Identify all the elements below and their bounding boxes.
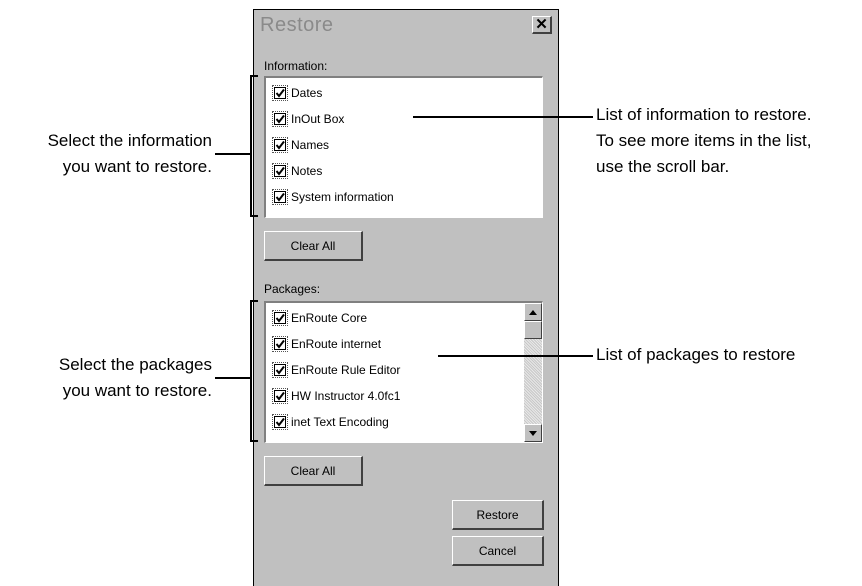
callout-line: List of information to restore. (596, 105, 812, 124)
checkbox[interactable] (272, 111, 288, 127)
list-item[interactable]: EnRoute Rule Editor (272, 361, 401, 379)
checkmark-icon (275, 365, 285, 375)
list-item-label: EnRoute Core (291, 311, 368, 325)
list-item-label: EnRoute Rule Editor (291, 363, 401, 377)
checkbox[interactable] (272, 310, 288, 326)
list-item[interactable]: Names (272, 136, 330, 154)
list-item[interactable]: EnRoute internet (272, 335, 382, 353)
restore-button[interactable]: Restore (452, 500, 544, 530)
packages-list[interactable]: EnRoute Core EnRoute internet EnRoute Rule… (264, 301, 543, 443)
list-item-label: Dates (291, 86, 323, 100)
callout-line: To see more items in the list, (596, 131, 812, 150)
list-item-label: inet Text Encoding (291, 415, 389, 429)
close-icon: ✕ (535, 16, 548, 33)
list-item[interactable]: System information (272, 188, 394, 206)
list-item[interactable]: InOut Box (272, 110, 345, 128)
callout-information-list: List of information to restore. To see m… (596, 102, 858, 180)
callout-packages-list: List of packages to restore (596, 342, 858, 368)
scroll-up-button[interactable] (524, 303, 542, 321)
list-item-label: System information (291, 190, 394, 204)
leader-line (438, 355, 593, 357)
callout-line: List of packages to restore (596, 345, 796, 364)
checkmark-icon (275, 391, 285, 401)
list-item[interactable]: HW Instructor 4.0fc1 (272, 387, 401, 405)
callout-select-information: Select the information you want to resto… (0, 128, 212, 180)
scroll-down-button[interactable] (524, 424, 542, 442)
clear-all-packages-button[interactable]: Clear All (264, 456, 363, 486)
checkmark-icon (275, 140, 285, 150)
list-item-label: Names (291, 138, 330, 152)
checkbox[interactable] (272, 189, 288, 205)
dialog-title: Restore (260, 14, 334, 36)
close-button[interactable]: ✕ (532, 16, 552, 34)
list-item-label: InOut Box (291, 112, 345, 126)
checkbox[interactable] (272, 388, 288, 404)
list-item[interactable]: inet Text Encoding (272, 413, 389, 431)
checkbox[interactable] (272, 336, 288, 352)
information-list[interactable]: Dates InOut Box Names Notes System informati… (264, 76, 543, 218)
checkmark-icon (275, 114, 285, 124)
information-label: Information: (264, 59, 328, 73)
scroll-thumb[interactable] (524, 321, 542, 339)
packages-bracket (250, 300, 258, 442)
checkbox[interactable] (272, 137, 288, 153)
list-item[interactable]: EnRoute Core (272, 309, 368, 327)
leader-line (215, 153, 251, 155)
checkbox[interactable] (272, 414, 288, 430)
list-item[interactable]: Notes (272, 162, 323, 180)
checkbox[interactable] (272, 163, 288, 179)
callout-line: Select the information (47, 131, 212, 150)
information-bracket (250, 75, 258, 217)
checkmark-icon (275, 88, 285, 98)
scroll-down-arrow-icon (529, 430, 537, 436)
list-item-label: Notes (291, 164, 323, 178)
checkmark-icon (275, 192, 285, 202)
packages-label: Packages: (264, 282, 321, 296)
checkmark-icon (275, 313, 285, 323)
scroll-up-arrow-icon (529, 309, 537, 315)
leader-line (413, 116, 593, 118)
list-item[interactable]: Dates (272, 84, 323, 102)
list-item-label: EnRoute internet (291, 337, 382, 351)
checkbox[interactable] (272, 362, 288, 378)
list-item-label: HW Instructor 4.0fc1 (291, 389, 401, 403)
cancel-button[interactable]: Cancel (452, 536, 544, 566)
callout-select-packages: Select the packages you want to restore. (0, 352, 212, 404)
checkbox[interactable] (272, 85, 288, 101)
callout-line: use the scroll bar. (596, 157, 730, 176)
callout-line: you want to restore. (62, 157, 212, 176)
checkmark-icon (275, 417, 285, 427)
checkmark-icon (275, 166, 285, 176)
leader-line (215, 377, 251, 379)
callout-line: Select the packages (58, 355, 212, 374)
packages-scrollbar[interactable] (524, 303, 542, 442)
restore-dialog: Restore ✕ Information: Dates InOut Box Nam… (253, 9, 559, 586)
clear-all-information-button[interactable]: Clear All (264, 231, 363, 261)
callout-line: you want to restore. (62, 381, 212, 400)
checkmark-icon (275, 339, 285, 349)
